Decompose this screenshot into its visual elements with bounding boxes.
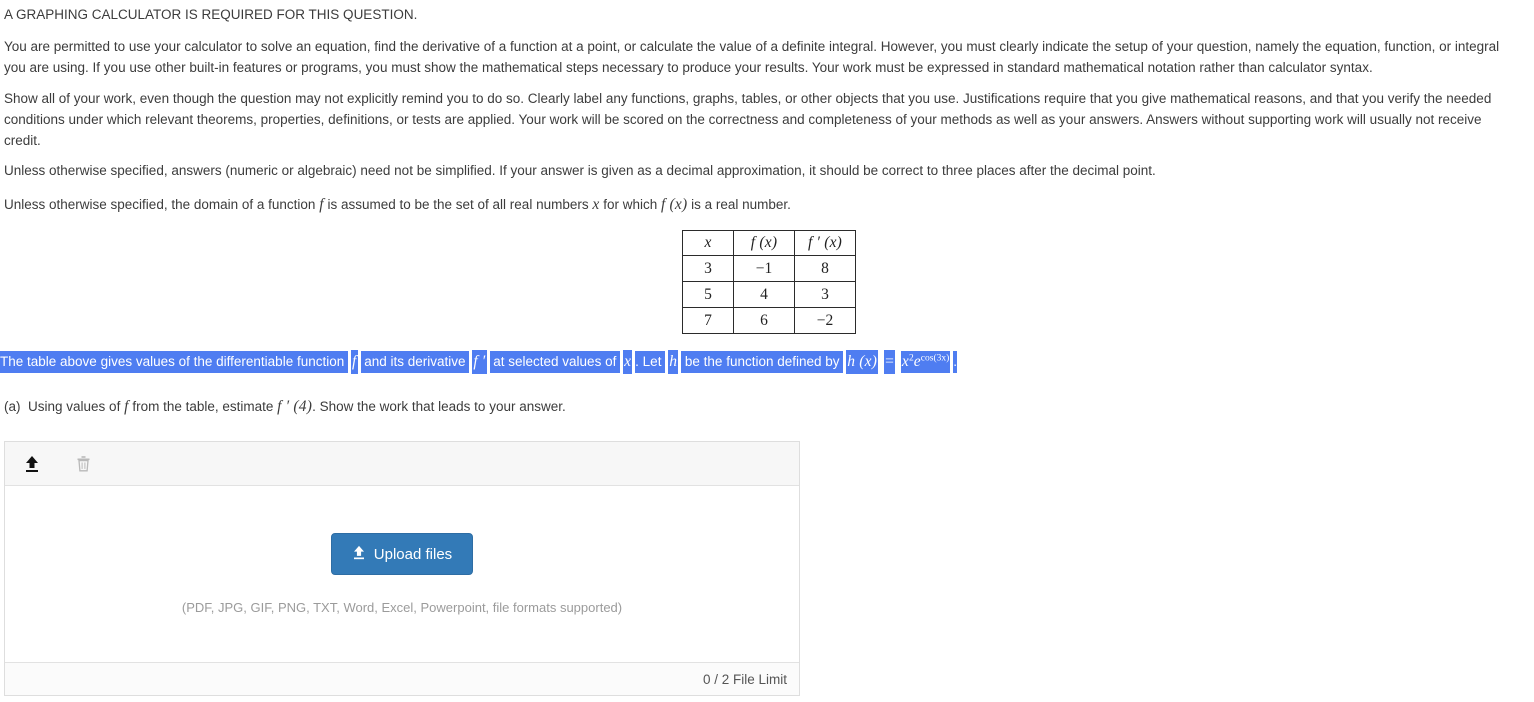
selection-segment-4: . Let <box>635 350 666 373</box>
p4-text-1: Unless otherwise specified, the domain o… <box>4 197 320 212</box>
selection-segment-1: The table above gives values of the diff… <box>0 350 348 373</box>
selection-math-f: f <box>348 349 360 374</box>
selection-segment-3: at selected values of <box>489 350 621 373</box>
upload-dropzone[interactable]: Upload files (PDF, JPG, GIF, PNG, TXT, W… <box>5 486 799 662</box>
cell-fpx-3: −2 <box>794 307 856 334</box>
instruction-paragraph-4: Unless otherwise specified, the domain o… <box>4 194 1514 215</box>
cell-fx-3: 6 <box>733 307 795 334</box>
cell-x-3: 7 <box>682 307 734 334</box>
cell-fx-1: −1 <box>733 255 795 282</box>
selection-math-x: x <box>621 349 635 374</box>
upload-toolbar <box>5 442 799 486</box>
part-a-text-3: . Show the work that leads to your answe… <box>312 399 566 414</box>
instruction-paragraph-2: Show all of your work, even though the q… <box>4 91 1492 148</box>
values-table: x f (x) f ′ (x) 3 −1 8 5 4 3 7 6 −2 <box>682 230 856 334</box>
selection-math-expression: x2ecos(3x) <box>898 350 953 373</box>
instruction-paragraph-3: Unless otherwise specified, answers (num… <box>4 163 1156 178</box>
p4-text-3: for which <box>599 197 661 212</box>
file-limit-counter: 0 / 2 File Limit <box>702 671 787 687</box>
table-row: 5 4 3 <box>682 281 856 308</box>
selection-math-h-of-x: h (x) <box>844 349 881 374</box>
part-a-label: (a) <box>4 399 21 414</box>
table-header-row: x f (x) f ′ (x) <box>682 230 856 256</box>
part-a-text-1: Using values of <box>28 399 125 414</box>
calculator-notice: A GRAPHING CALCULATOR IS REQUIRED FOR TH… <box>4 7 418 22</box>
selected-question-statement: The table above gives values of the diff… <box>0 346 958 374</box>
table-header-fx: f (x) <box>733 230 795 256</box>
selection-math-equals: = <box>882 349 897 374</box>
supported-formats-note: (PDF, JPG, GIF, PNG, TXT, Word, Excel, P… <box>181 600 623 615</box>
cell-x-2: 5 <box>682 281 734 308</box>
table-header-fprimex: f ′ (x) <box>794 230 856 256</box>
upload-icon[interactable] <box>19 451 45 477</box>
selection-math-h: h <box>666 349 681 374</box>
part-a-math-fprime-4: f ′ (4) <box>277 398 313 415</box>
selection-trailing-period: . <box>953 350 958 373</box>
trash-icon[interactable] <box>70 451 96 477</box>
cell-fx-2: 4 <box>733 281 795 308</box>
table-header-x: x <box>682 230 734 256</box>
cell-x-1: 3 <box>682 255 734 282</box>
part-a-prompt: (a) Using values of f from the table, es… <box>4 396 1204 417</box>
part-a-text-2: from the table, estimate <box>128 399 278 414</box>
p4-text-2: is assumed to be the set of all real num… <box>323 197 593 212</box>
cell-fpx-1: 8 <box>794 255 856 282</box>
upload-icon <box>352 545 366 563</box>
selection-segment-2: and its derivative <box>360 350 470 373</box>
cell-fpx-2: 3 <box>794 281 856 308</box>
instruction-paragraph-1: You are permitted to use your calculator… <box>4 39 1500 75</box>
upload-footer: 0 / 2 File Limit <box>5 662 799 695</box>
upload-files-button[interactable]: Upload files <box>330 533 474 575</box>
p4-text-4: is a real number. <box>687 197 791 212</box>
table-row: 3 −1 8 <box>682 255 856 282</box>
table-row: 7 6 −2 <box>682 307 856 334</box>
upload-files-button-label: Upload files <box>373 545 453 563</box>
expr-e: e <box>913 352 921 370</box>
expr-e-exponent: cos(3x) <box>920 353 950 363</box>
selection-segment-5: be the function defined by <box>681 350 844 373</box>
p4-math-fx: f (x) <box>660 196 688 213</box>
expr-x: x <box>901 352 909 370</box>
selection-math-f-prime: f ′ <box>470 349 489 374</box>
file-upload-panel: Upload files (PDF, JPG, GIF, PNG, TXT, W… <box>4 441 800 696</box>
